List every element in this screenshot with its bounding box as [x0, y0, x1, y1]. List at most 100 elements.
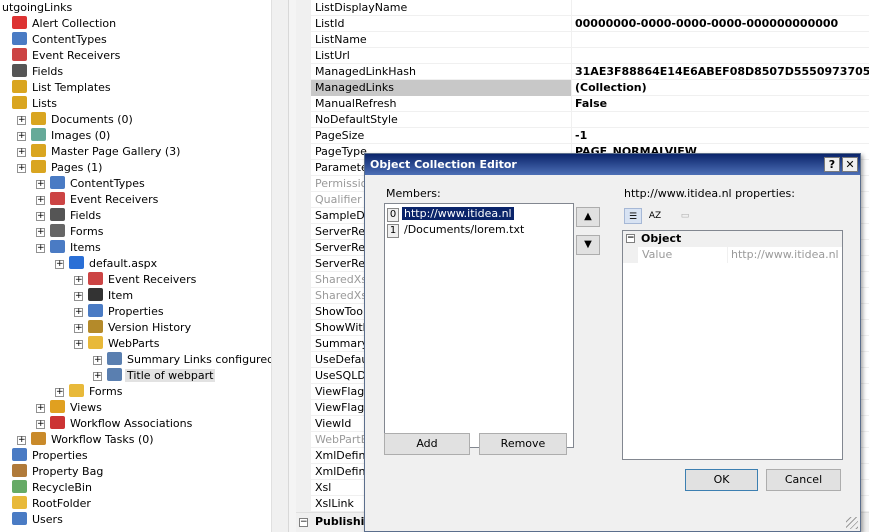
expand-icon[interactable]: + [74, 276, 83, 285]
expand-icon[interactable]: + [17, 116, 26, 125]
tree-node[interactable]: Fields [12, 64, 65, 80]
tree-node[interactable]: Workflow Tasks (0) [31, 432, 156, 448]
cancel-button[interactable]: Cancel [766, 469, 841, 491]
expand-icon[interactable]: + [17, 148, 26, 157]
object-category-row[interactable]: − Object [623, 231, 842, 247]
tree-scrollbar[interactable] [271, 0, 288, 532]
ok-button[interactable]: OK [685, 469, 758, 491]
tree-node-label: Pages (1) [51, 161, 103, 174]
property-row[interactable]: ListDisplayName [311, 0, 869, 16]
property-row[interactable]: ListName [311, 32, 869, 48]
members-list[interactable]: 0 http://www.itidea.nl 1/Documents/lorem.t… [384, 203, 574, 448]
tree-node[interactable]: Item [88, 288, 135, 304]
expand-icon[interactable]: + [36, 420, 45, 429]
tree-node[interactable]: Property Bag [12, 464, 105, 480]
property-row[interactable]: PageSize -1 [311, 128, 869, 144]
property-row[interactable]: ManualRefresh False [311, 96, 869, 112]
property-row[interactable]: ListId 00000000-0000-0000-0000-0000000000… [311, 16, 869, 32]
object-tree[interactable]: utgoingLinks Alert Collection ContentTypes… [0, 0, 271, 532]
tree-node[interactable]: Documents (0) [31, 112, 135, 128]
list-templates-icon [12, 80, 27, 93]
expand-icon[interactable]: + [93, 372, 102, 381]
tree-node[interactable]: Version History [88, 320, 193, 336]
close-button[interactable]: ✕ [842, 157, 858, 172]
splitter[interactable] [288, 0, 296, 532]
tree-node[interactable]: utgoingLinks [0, 0, 74, 16]
tree-node[interactable]: Event Receivers [12, 48, 122, 64]
event-receivers-icon [50, 192, 65, 205]
help-button[interactable]: ? [824, 157, 840, 172]
tree-node[interactable]: Title of webpart [107, 368, 216, 384]
tree-node[interactable]: Event Receivers [50, 192, 160, 208]
tree-node[interactable]: Event Receivers [88, 272, 198, 288]
expand-icon[interactable]: + [36, 212, 45, 221]
expand-icon[interactable]: + [55, 388, 64, 397]
expand-icon[interactable]: + [17, 164, 26, 173]
tree-node[interactable]: Forms [50, 224, 105, 240]
tree-node-label: Items [70, 241, 101, 254]
expand-icon[interactable]: + [74, 324, 83, 333]
expand-icon[interactable]: + [36, 196, 45, 205]
expand-icon[interactable]: + [74, 292, 83, 301]
resize-grip[interactable] [846, 517, 858, 529]
tree-node[interactable]: Views [50, 400, 104, 416]
value-property-row[interactable]: Value http://www.itidea.nl [623, 247, 842, 263]
tree-node[interactable]: ContentTypes [50, 176, 147, 192]
tree-node[interactable]: WebParts [88, 336, 161, 352]
tree-node[interactable]: Summary Links configured from UI [107, 352, 271, 368]
property-row[interactable]: ListUrl [311, 48, 869, 64]
move-up-button[interactable]: ▲ [576, 207, 600, 227]
workflow-icon [50, 416, 65, 429]
categorized-icon[interactable]: ☰ [624, 208, 642, 224]
member-item[interactable]: 1/Documents/lorem.txt [387, 223, 526, 238]
tree-node[interactable]: List Templates [12, 80, 113, 96]
expand-icon[interactable]: + [55, 260, 64, 269]
tree-node[interactable]: Properties [12, 448, 90, 464]
expand-icon[interactable]: + [36, 404, 45, 413]
alphabetical-icon[interactable]: AZ [646, 208, 664, 224]
version-history-icon [88, 320, 103, 333]
collapse-icon[interactable]: − [626, 234, 635, 243]
expand-icon[interactable]: + [17, 132, 26, 141]
tree-node[interactable]: Alert Collection [12, 16, 118, 32]
tree-node-label: Properties [108, 305, 164, 318]
property-pages-icon[interactable]: ▭ [676, 208, 694, 224]
properties-icon [88, 304, 103, 317]
tree-node[interactable]: Lists [12, 96, 59, 112]
property-row[interactable]: NoDefaultStyle [311, 112, 869, 128]
expand-icon[interactable]: + [17, 436, 26, 445]
tree-node[interactable]: RootFolder [12, 496, 93, 512]
tree-node[interactable]: default.aspx [69, 256, 159, 272]
library-icon [31, 160, 46, 173]
tree-node[interactable]: Images (0) [31, 128, 112, 144]
tree-node[interactable]: RecycleBin [12, 480, 94, 496]
expand-icon[interactable]: + [93, 356, 102, 365]
tree-node[interactable]: Items [50, 240, 103, 256]
tree-node[interactable]: Forms [69, 384, 124, 400]
tree-node[interactable]: Fields [50, 208, 103, 224]
fields-icon [12, 64, 27, 77]
tree-node[interactable]: Pages (1) [31, 160, 104, 176]
tree-node[interactable]: Users [12, 512, 65, 528]
content-types-icon [12, 32, 27, 45]
member-item[interactable]: 0 http://www.itidea.nl [387, 207, 514, 222]
tree-node[interactable]: ContentTypes [12, 32, 109, 48]
tree-node[interactable]: Master Page Gallery (3) [31, 144, 182, 160]
expand-icon[interactable]: + [74, 340, 83, 349]
tree-node[interactable]: Properties [88, 304, 166, 320]
expand-icon[interactable]: + [36, 228, 45, 237]
property-row[interactable]: ManagedLinks (Collection) [311, 80, 869, 96]
expand-icon[interactable]: + [36, 180, 45, 189]
remove-button[interactable]: Remove [479, 433, 567, 455]
add-button[interactable]: Add [384, 433, 470, 455]
alert-icon [12, 16, 27, 29]
property-value: False [575, 97, 608, 110]
tree-node[interactable]: Workflow Associations [50, 416, 194, 432]
expand-icon[interactable]: + [74, 308, 83, 317]
property-row[interactable]: ManagedLinkHash 31AE3F88864E14E6ABEF08D85… [311, 64, 869, 80]
collapse-icon[interactable]: − [299, 518, 308, 527]
arrow-down-icon: ▼ [584, 239, 592, 250]
tree-node-label: List Templates [32, 81, 111, 94]
move-down-button[interactable]: ▼ [576, 235, 600, 255]
expand-icon[interactable]: + [36, 244, 45, 253]
